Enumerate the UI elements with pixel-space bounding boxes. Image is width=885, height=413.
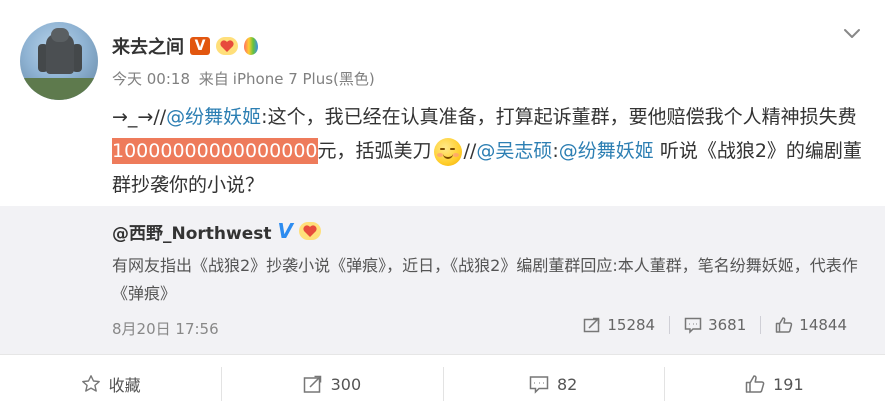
repost-icon [584, 317, 600, 333]
smirk-emoji-icon [433, 137, 462, 166]
repost-count: 300 [330, 374, 362, 394]
repost-stat-likes[interactable]: 14844 [760, 316, 861, 334]
like-count: 191 [773, 374, 804, 394]
highlighted-number: 10000000000000000 [112, 138, 318, 164]
post-time[interactable]: 今天 00:18 [112, 70, 190, 88]
mention-link[interactable]: @吴志硕 [476, 140, 552, 162]
verified-v-icon[interactable]: V [190, 37, 210, 55]
reposted-card[interactable]: @西野_Northwest V 有网友指出《战狼2》抄袭小说《弹痕》，近日，《战… [0, 206, 885, 354]
fan-badge-icon[interactable] [298, 222, 321, 240]
avatar-robot-head [51, 28, 69, 42]
mention-link[interactable]: @纷舞妖姬 [559, 140, 654, 162]
repost-button[interactable]: 300 [221, 355, 442, 413]
blue-verified-icon[interactable]: V [278, 219, 293, 243]
comment-count: 3681 [708, 316, 747, 334]
thumbs-up-icon [776, 317, 793, 333]
repost-count: 15284 [607, 316, 656, 334]
favorite-label: 收藏 [108, 376, 141, 395]
repost-stats: 15284 3681 14844 [569, 316, 861, 334]
action-bar: 收藏 300 82 191 [0, 354, 885, 413]
repost-author-row: @西野_Northwest V [112, 218, 321, 244]
balloon-badge-icon[interactable] [244, 37, 258, 55]
mention-link[interactable]: @纷舞妖姬 [166, 106, 261, 128]
comment-icon [684, 317, 702, 334]
author-row: 来去之间 V [112, 34, 258, 58]
favorite-button[interactable]: 收藏 [0, 355, 221, 413]
like-count: 14844 [799, 316, 847, 334]
repost-author-name[interactable]: @西野_Northwest [112, 219, 272, 244]
content-text: // [463, 140, 477, 162]
avatar[interactable] [20, 22, 98, 100]
weibo-post: 来去之间 V 今天 00:18 来自 iPhone 7 Plus(黑色) →_→/… [0, 0, 885, 413]
repost-icon [303, 375, 321, 393]
content-text: :这个，我已经在认真准备，打算起诉董群，要他赔偿我个人精神损失费 [261, 106, 857, 128]
thumbs-up-icon [745, 375, 765, 393]
post-meta: 今天 00:18 来自 iPhone 7 Plus(黑色) [112, 68, 379, 89]
repost-text: 有网友指出《战狼2》抄袭小说《弹痕》，近日，《战狼2》编剧董群回应:本人董群，笔… [112, 256, 858, 303]
like-button[interactable]: 191 [663, 355, 885, 413]
post-source-prefix: 来自 [198, 70, 229, 88]
repost-stat-comments[interactable]: 3681 [669, 316, 760, 334]
post-source[interactable]: iPhone 7 Plus(黑色) [233, 70, 375, 88]
post-content: →_→//@纷舞妖姬:这个，我已经在认真准备，打算起诉董群，要他赔偿我个人精神损… [112, 100, 862, 202]
repost-time[interactable]: 8月20日 17:56 [112, 318, 219, 339]
content-text: →_→// [112, 106, 167, 128]
avatar-ground [20, 78, 98, 100]
comment-count: 82 [556, 374, 578, 394]
repost-stat-reposts[interactable]: 15284 [569, 316, 669, 334]
author-name[interactable]: 来去之间 [112, 33, 184, 59]
star-icon [81, 375, 100, 392]
comment-icon [529, 376, 549, 394]
fan-badge-icon[interactable] [216, 37, 238, 55]
chevron-down-icon[interactable] [843, 24, 861, 42]
comment-button[interactable]: 82 [442, 355, 664, 413]
content-text: 元，括弧美刀 [317, 140, 432, 162]
